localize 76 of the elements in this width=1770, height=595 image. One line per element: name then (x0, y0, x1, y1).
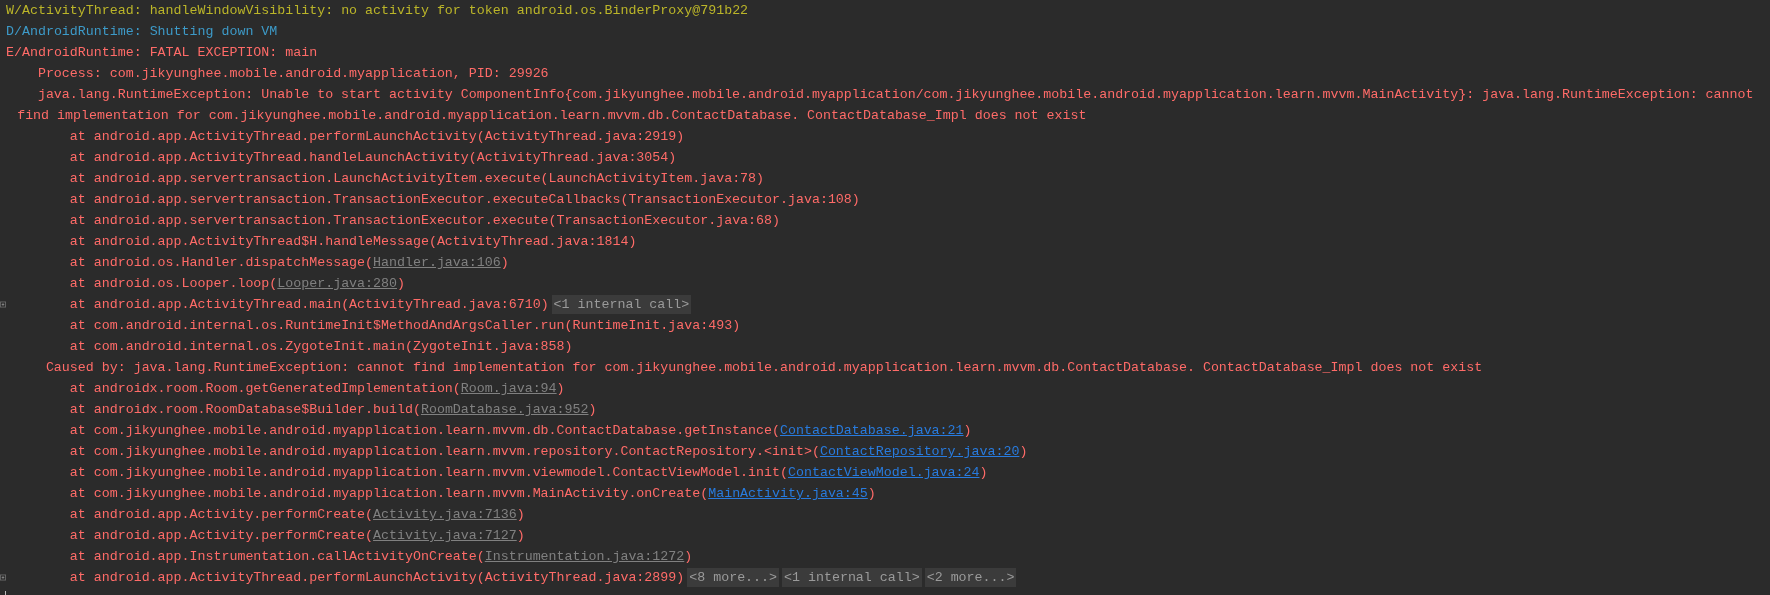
log-message: Caused by: java.lang.RuntimeException: cannot find implementation for com.jikyunghee.mobile.android.myapplication.learn.mvvm.db.ContactDatabase. ContactDatabase_Impl does not exist (45, 359, 1483, 377)
closing-paren: ) (668, 149, 677, 167)
source-link[interactable]: Activity.java:7136 (373, 504, 517, 525)
source-link[interactable]: Looper.java:280 (277, 273, 397, 294)
closing-paren: ) (867, 485, 876, 503)
closing-paren: ) (564, 338, 573, 356)
stack-frame-text: at com.jikyunghee.mobile.android.myapplication.learn.mvvm.db.ContactDatabase.getInstance( (69, 422, 780, 440)
closing-paren: ) (1019, 443, 1028, 461)
closing-paren: ) (397, 275, 405, 293)
fold-icon[interactable] (0, 301, 6, 308)
source-location: ActivityThread.java:6710 (349, 296, 541, 314)
log-message: find implementation for com.jikyunghee.mobile.android.myapplication.learn.mvvm.db.ContactDatabase. ContactDatabase_Impl does not exist (17, 107, 1087, 125)
closing-paren: ) (851, 191, 860, 209)
stack-frame-text: at android.app.Activity.performCreate( (69, 506, 374, 524)
source-link[interactable]: Activity.java:7127 (373, 525, 517, 546)
source-link[interactable]: ContactDatabase.java:21 (780, 420, 964, 441)
source-location: ActivityThread.java:1814 (436, 233, 629, 251)
stack-frame-text: at android.app.ActivityThread.performLaunchActivity( (69, 569, 485, 587)
closing-paren: ) (540, 296, 549, 314)
stack-frame-text: at com.jikyunghee.mobile.android.myapplication.learn.mvvm.viewmodel.ContactViewModel.init( (69, 464, 788, 482)
closing-paren: ) (979, 464, 988, 482)
source-link[interactable]: MainActivity.java:45 (708, 483, 868, 504)
source-link[interactable]: ContactRepository.java:20 (819, 441, 1020, 462)
closing-paren: ) (684, 548, 693, 566)
folded-frames-badge[interactable]: <1 internal call> (551, 295, 692, 314)
closing-paren: ) (732, 317, 741, 335)
source-link[interactable]: Handler.java:106 (373, 252, 501, 273)
source-location: ActivityThread.java:2919 (484, 128, 677, 146)
stack-frame-text: at android.app.servertransaction.TransactionExecutor.executeCallbacks( (69, 191, 629, 209)
source-location: RuntimeInit.java:493 (572, 317, 733, 335)
source-location: LaunchActivityItem.java:78 (548, 170, 757, 188)
stack-frame-text: at android.app.Instrumentation.callActivityOnCreate( (69, 548, 485, 566)
log-message: D/AndroidRuntime: Shutting down VM (6, 23, 278, 41)
stack-frame-text: at android.app.ActivityThread.performLaunchActivity( (69, 128, 485, 146)
stack-frame-text: at androidx.room.Room.getGeneratedImplementation( (69, 380, 461, 398)
closing-paren: ) (556, 380, 565, 398)
stack-frame-text: at android.app.ActivityThread.handleLaunchActivity( (69, 149, 477, 167)
stack-frame-text: at android.app.servertransaction.LaunchActivityItem.execute( (69, 170, 549, 188)
fold-icon[interactable] (0, 574, 6, 581)
folded-frames-badge[interactable]: <8 more...> (687, 568, 780, 587)
closing-paren: ) (628, 233, 637, 251)
closing-paren: ) (516, 527, 525, 545)
stack-frame-text: at com.android.internal.os.ZygoteInit.main( (69, 338, 413, 356)
closing-paren: ) (963, 422, 972, 440)
log-message: W/ActivityThread: handleWindowVisibility: no activity for token android.os.BinderProxy@791b22 (6, 2, 749, 20)
log-message: java.lang.RuntimeException: Unable to start activity ComponentInfo{com.jikyunghee.mobile.android.myapplication/com.jikyunghee.mobile.android.myapplication.learn.mvvm.MainActivity}: java.lang.RuntimeException: cannot (37, 86, 1754, 104)
source-location: ZygoteInit.java:858 (412, 338, 565, 356)
source-location: TransactionExecutor.java:68 (556, 212, 773, 230)
closing-paren: ) (676, 569, 685, 587)
source-link[interactable]: Room.java:94 (460, 378, 557, 399)
stack-frame-text: at android.os.Handler.dispatchMessage( (69, 254, 374, 272)
source-location: TransactionExecutor.java:108 (628, 191, 852, 209)
stack-frame-text: at android.app.ActivityThread$H.handleMessage( (69, 233, 437, 251)
source-link[interactable]: RoomDatabase.java:952 (420, 399, 589, 420)
closing-paren: ) (772, 212, 780, 230)
stack-frame-text: at android.app.Activity.performCreate( (69, 527, 374, 545)
closing-paren: ) (588, 401, 597, 419)
source-link[interactable]: ContactViewModel.java:24 (788, 462, 980, 483)
stack-frame-text: at android.app.servertransaction.TransactionExecutor.execute( (69, 212, 557, 230)
stack-frame-text: at com.android.internal.os.RuntimeInit$MethodAndArgsCaller.run( (69, 317, 573, 335)
stack-frame-text: at android.app.ActivityThread.main( (69, 296, 350, 314)
stack-frame-text: at com.jikyunghee.mobile.android.myapplication.learn.mvvm.repository.ContactRepository.<init>( (69, 443, 820, 461)
closing-paren: ) (676, 128, 685, 146)
closing-paren: ) (516, 506, 525, 524)
stack-frame-text: at android.os.Looper.loop( (69, 275, 278, 293)
stack-frame-text: at com.jikyunghee.mobile.android.myapplication.learn.mvvm.MainActivity.onCreate( (69, 485, 709, 503)
closing-paren: ) (756, 170, 765, 188)
folded-frames-badge[interactable]: <2 more...> (924, 568, 1017, 587)
folded-frames-badge[interactable]: <1 internal call> (782, 568, 922, 587)
source-location: ActivityThread.java:3054 (476, 149, 669, 167)
log-message: Process: com.jikyunghee.mobile.android.myapplication, PID: 29926 (37, 65, 549, 83)
closing-paren: ) (500, 254, 509, 272)
stack-frame-text: at androidx.room.RoomDatabase$Builder.build( (69, 401, 421, 419)
source-location: ActivityThread.java:2899 (484, 569, 677, 587)
log-message: E/AndroidRuntime: FATAL EXCEPTION: main (6, 44, 318, 62)
source-link[interactable]: Instrumentation.java:1272 (484, 546, 685, 567)
